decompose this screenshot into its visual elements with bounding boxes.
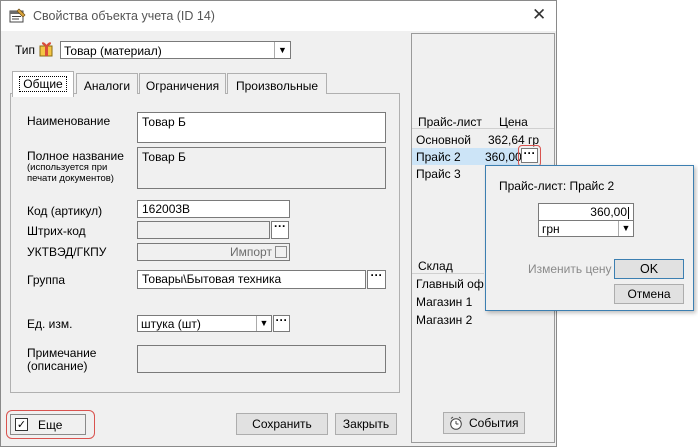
stock-divider (412, 273, 484, 274)
row-list-name: Прайс 3 (416, 167, 461, 181)
header-divider (412, 128, 554, 129)
tab-analogs[interactable]: Аналоги (76, 73, 138, 94)
barcode-browse-button[interactable]: ··· (271, 220, 289, 239)
change-price-label: Изменить цену (528, 262, 612, 276)
name-field[interactable]: Товар Б (137, 112, 386, 143)
price-header: Цена (499, 115, 528, 129)
currency-value: грн (542, 222, 560, 236)
events-button[interactable]: События (443, 412, 525, 434)
note-label: Примечание (описание) (27, 346, 97, 373)
unit-select[interactable]: штука (шт) ▼ (137, 315, 272, 332)
product-icon (38, 40, 55, 57)
unit-label: Ед. изм. (27, 317, 73, 331)
row-list-name: Основной (416, 133, 472, 147)
events-label: События (469, 416, 519, 430)
list-item[interactable]: Магазин 1 (416, 295, 472, 309)
group-label: Группа (27, 273, 66, 287)
list-item[interactable]: Главный оф (416, 277, 484, 291)
chevron-down-icon[interactable]: ▼ (256, 316, 271, 331)
close-icon[interactable]: ✕ (532, 6, 546, 24)
type-select-value: Товар (материал) (64, 44, 162, 58)
tab-general[interactable]: Общие (12, 71, 74, 97)
price-list-header: Прайс-лист (418, 115, 482, 129)
more-toggle[interactable]: ✓ Еще (10, 414, 86, 435)
uktved-label: УКТВЭД/ГКПУ (27, 245, 107, 259)
save-button[interactable]: Сохранить (236, 413, 328, 435)
row-list-name: Прайс 2 (416, 150, 461, 164)
currency-select[interactable]: грн ▼ (538, 220, 634, 237)
fullname-label: Полное название (27, 149, 124, 163)
barcode-label: Штрих-код (27, 224, 86, 238)
cancel-button[interactable]: Отмена (614, 284, 684, 304)
text-cursor (628, 206, 629, 219)
window-title: Свойства объекта учета (ID 14) (33, 9, 215, 23)
barcode-field[interactable] (137, 221, 270, 239)
table-row[interactable]: Прайс 3 (412, 166, 484, 183)
chevron-down-icon[interactable]: ▼ (618, 221, 633, 236)
tab-restrictions[interactable]: Ограничения (139, 73, 226, 94)
code-field[interactable]: 162003B (137, 200, 290, 218)
popup-price-field[interactable]: 360,00 (538, 203, 634, 221)
import-label: Импорт (230, 245, 272, 259)
price-edit-highlight (518, 145, 541, 167)
fullname-hint: (используется при печати документов) (27, 162, 114, 184)
list-item[interactable]: Магазин 2 (416, 313, 472, 327)
code-label: Код (артикул) (27, 204, 103, 218)
app-icon (9, 8, 26, 23)
type-select[interactable]: Товар (материал) ▼ (60, 41, 291, 59)
tab-custom[interactable]: Произвольные (227, 73, 327, 94)
group-browse-button[interactable]: ··· (367, 269, 386, 289)
check-icon: ✓ (15, 418, 28, 431)
stock-header: Склад (418, 259, 453, 273)
close-button[interactable]: Закрыть (335, 413, 397, 435)
fullname-field[interactable]: Товар Б (137, 147, 386, 189)
name-label: Наименование (27, 114, 111, 128)
ok-button[interactable]: OK (614, 259, 684, 279)
table-row-selected[interactable]: Прайс 2 360,00 (412, 148, 522, 165)
chevron-down-icon[interactable]: ▼ (274, 42, 290, 58)
type-label: Тип (15, 43, 36, 57)
row-price: 360,00 (485, 150, 522, 164)
unit-select-value: штука (шт) (141, 317, 201, 331)
clock-icon (449, 416, 463, 430)
more-label: Еще (38, 418, 63, 432)
tab-general-label: Общие (19, 76, 67, 92)
group-field[interactable]: Товары\Бытовая техника (137, 270, 366, 289)
unit-browse-button[interactable]: ··· (273, 314, 290, 332)
popup-price-value: 360,00 (590, 205, 627, 219)
price-popup: Прайс-лист: Прайс 2 360,00 грн ▼ Изменит… (485, 165, 694, 311)
note-field[interactable] (137, 345, 386, 373)
popup-title: Прайс-лист: Прайс 2 (499, 179, 615, 193)
import-checkbox[interactable] (275, 246, 287, 258)
